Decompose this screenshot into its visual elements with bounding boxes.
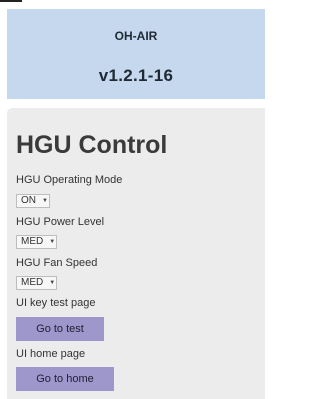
chevron-down-icon: ▼	[42, 198, 48, 204]
chevron-down-icon: ▼	[49, 280, 56, 286]
fan-speed-value: MED	[21, 277, 44, 288]
top-edge-line	[0, 0, 22, 2]
go-to-test-button[interactable]: Go to test	[16, 317, 104, 341]
app-name: OH-AIR	[114, 29, 158, 43]
fan-speed-select[interactable]: MED ▼	[16, 276, 57, 290]
ui-key-test-label: UI key test page	[16, 297, 96, 309]
go-to-home-button[interactable]: Go to home	[16, 367, 114, 391]
page-title: HGU Control	[16, 131, 168, 159]
operating-mode-select[interactable]: ON ▼	[16, 194, 50, 208]
power-level-value: MED	[21, 236, 44, 247]
chevron-down-icon: ▼	[49, 239, 56, 245]
app-version: v1.2.1-16	[98, 66, 174, 85]
ui-home-label: UI home page	[16, 348, 86, 360]
app-header: OH-AIR v1.2.1-16	[7, 9, 265, 99]
control-panel: HGU Control HGU Operating Mode ON ▼ HGU …	[7, 108, 265, 399]
operating-mode-label: HGU Operating Mode	[16, 174, 123, 186]
power-level-select[interactable]: MED ▼	[16, 235, 57, 249]
power-level-label: HGU Power Level	[16, 216, 105, 228]
fan-speed-label: HGU Fan Speed	[16, 257, 98, 269]
operating-mode-value: ON	[21, 195, 36, 206]
